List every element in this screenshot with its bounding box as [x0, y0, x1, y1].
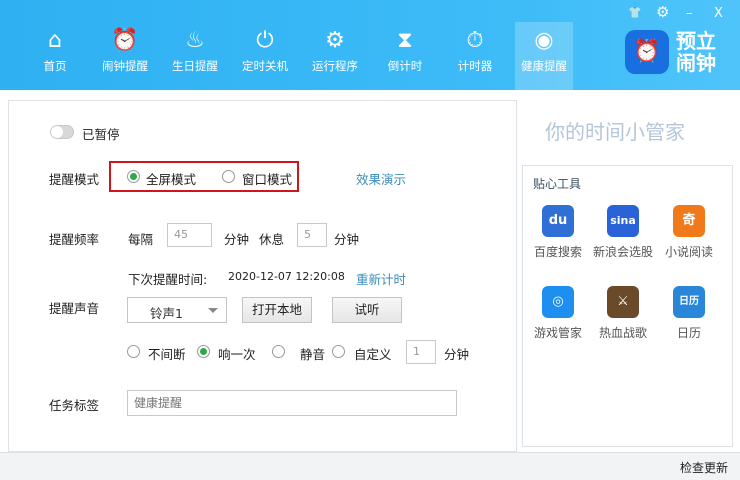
settings-gear-icon[interactable]: ⚙ [656, 3, 669, 21]
custom-minutes-input[interactable]: 1 [406, 340, 436, 364]
nav-timer[interactable]: ⏱ 计时器 [446, 22, 504, 90]
tool-calendar[interactable]: 日历 日历 [654, 286, 724, 341]
nav-label: 健康提醒 [521, 59, 567, 73]
sina-icon: sina [607, 205, 639, 237]
reset-timer-link[interactable]: 重新计时 [356, 269, 406, 288]
nav-label: 首页 [43, 59, 67, 73]
power-icon: ⏻ [256, 28, 274, 53]
rest-input[interactable]: 5 [297, 223, 327, 247]
nav-home[interactable]: ⌂ 首页 [26, 22, 84, 90]
nav-shutdown[interactable]: ⏻ 定时关机 [236, 22, 294, 90]
listen-button[interactable]: 试听 [332, 297, 402, 323]
tool-baidu-search[interactable]: du 百度搜索 [523, 205, 593, 260]
sound-select[interactable]: 铃声1 [127, 297, 227, 323]
mode-fullscreen-radio[interactable] [127, 170, 140, 183]
rest-label: 休息 [259, 232, 285, 247]
sound-select-value: 铃声1 [150, 306, 183, 321]
nav-label: 生日提醒 [172, 59, 218, 73]
every-label: 每隔 [128, 232, 154, 247]
minutes-label: 分钟 [334, 232, 360, 247]
nav-label: 运行程序 [312, 59, 358, 73]
pause-toggle[interactable] [50, 125, 74, 139]
top-navigation-bar: ⌂ 首页 ⏰ 闹钟提醒 ♨ 生日提醒 ⏻ 定时关机 ⚙ 运行程序 ⧗ 倒计时 ⏱ 计时器 ◉ 健… [0, 0, 740, 90]
mode-fullscreen-label[interactable]: 全屏模式 [146, 169, 196, 188]
check-update-link[interactable]: 检查更新 [680, 459, 728, 476]
continuous-radio[interactable] [127, 345, 140, 358]
tool-novel-reading[interactable]: 奇小说阅读 [654, 205, 724, 260]
tool-label: 热血战歌 [598, 326, 647, 340]
mode-label: 提醒模式 [49, 172, 100, 187]
skin-icon[interactable]: 👕 [628, 6, 642, 19]
minutes-label: 分钟 [444, 347, 470, 362]
hourglass-icon: ⧗ [397, 28, 413, 53]
calendar-icon: 日历 [673, 286, 705, 318]
nav-run-program[interactable]: ⚙ 运行程序 [306, 22, 364, 90]
next-reminder-time: 2020-12-07 12:20:08 [228, 270, 345, 283]
interval-input[interactable]: 45 [167, 223, 212, 247]
status-bar: 检查更新 [0, 452, 740, 480]
minutes-label: 分钟 [224, 232, 250, 247]
slogan: 你的时间小管家 [545, 120, 685, 144]
nav-countdown[interactable]: ⧗ 倒计时 [376, 22, 434, 90]
tool-rexue-zhange[interactable]: ⚔ 热血战歌 [588, 286, 658, 341]
frequency-label: 提醒频率 [49, 232, 100, 247]
tool-label: 新浪会选股 [592, 245, 653, 259]
tool-label: 日历 [676, 326, 701, 340]
tool-label: 百度搜索 [533, 245, 582, 259]
novel-icon: 奇 [673, 205, 705, 237]
nav-label: 计时器 [457, 59, 493, 73]
nav-label: 闹钟提醒 [102, 59, 148, 73]
eye-icon: ◉ [534, 28, 554, 53]
tool-label: 小说阅读 [664, 245, 713, 259]
once-label[interactable]: 响一次 [218, 344, 256, 363]
nav-birthday[interactable]: ♨ 生日提醒 [166, 22, 224, 90]
mode-window-label[interactable]: 窗口模式 [242, 169, 292, 188]
sound-label: 提醒声音 [49, 301, 100, 316]
pause-status: 已暂停 [82, 127, 120, 142]
gears-icon: ⚙ [325, 28, 345, 53]
open-local-button[interactable]: 打开本地 [242, 297, 312, 323]
stopwatch-icon: ⏱ [466, 28, 484, 53]
game-bag-icon: ◎ [542, 286, 574, 318]
mute-radio[interactable] [272, 345, 285, 358]
tools-panel: 贴心工具 du 百度搜索 sina 新浪会选股 奇小说阅读 ◎ 游戏管家 ⚔ 热血战歌 … [522, 165, 733, 447]
tool-label: 游戏管家 [533, 326, 582, 340]
chevron-down-icon [208, 308, 218, 313]
next-reminder-label: 下次提醒时间: [128, 272, 208, 287]
tool-game-manager[interactable]: ◎ 游戏管家 [523, 286, 593, 341]
nav-alarm[interactable]: ⏰ 闹钟提醒 [96, 22, 154, 90]
close-button[interactable]: X [714, 6, 723, 21]
once-radio[interactable] [197, 345, 210, 358]
custom-label[interactable]: 自定义 [354, 344, 392, 363]
mute-label[interactable]: 静音 [300, 344, 325, 363]
custom-radio[interactable] [332, 345, 345, 358]
task-tag-input[interactable] [127, 390, 457, 416]
alarm-clock-icon: ⏰ [111, 28, 139, 53]
app-logo-icon: ⏰ [625, 30, 669, 74]
home-icon: ⌂ [48, 28, 62, 53]
nav-label: 倒计时 [387, 59, 423, 73]
continuous-label[interactable]: 不间断 [148, 344, 186, 363]
nav-health[interactable]: ◉ 健康提醒 [515, 22, 573, 90]
baidu-paw-icon: du [542, 205, 574, 237]
task-tag-label: 任务标签 [49, 398, 100, 413]
mode-window-radio[interactable] [222, 170, 235, 183]
nav-label: 定时关机 [242, 59, 288, 73]
minimize-button[interactable]: – [686, 6, 693, 21]
tools-title: 贴心工具 [533, 177, 582, 191]
game-warrior-icon: ⚔ [607, 286, 639, 318]
cake-icon: ♨ [185, 28, 205, 53]
brand-name: 预立闹钟 [676, 29, 716, 75]
tool-sina-stock[interactable]: sina 新浪会选股 [588, 205, 658, 260]
demo-link[interactable]: 效果演示 [356, 169, 406, 188]
